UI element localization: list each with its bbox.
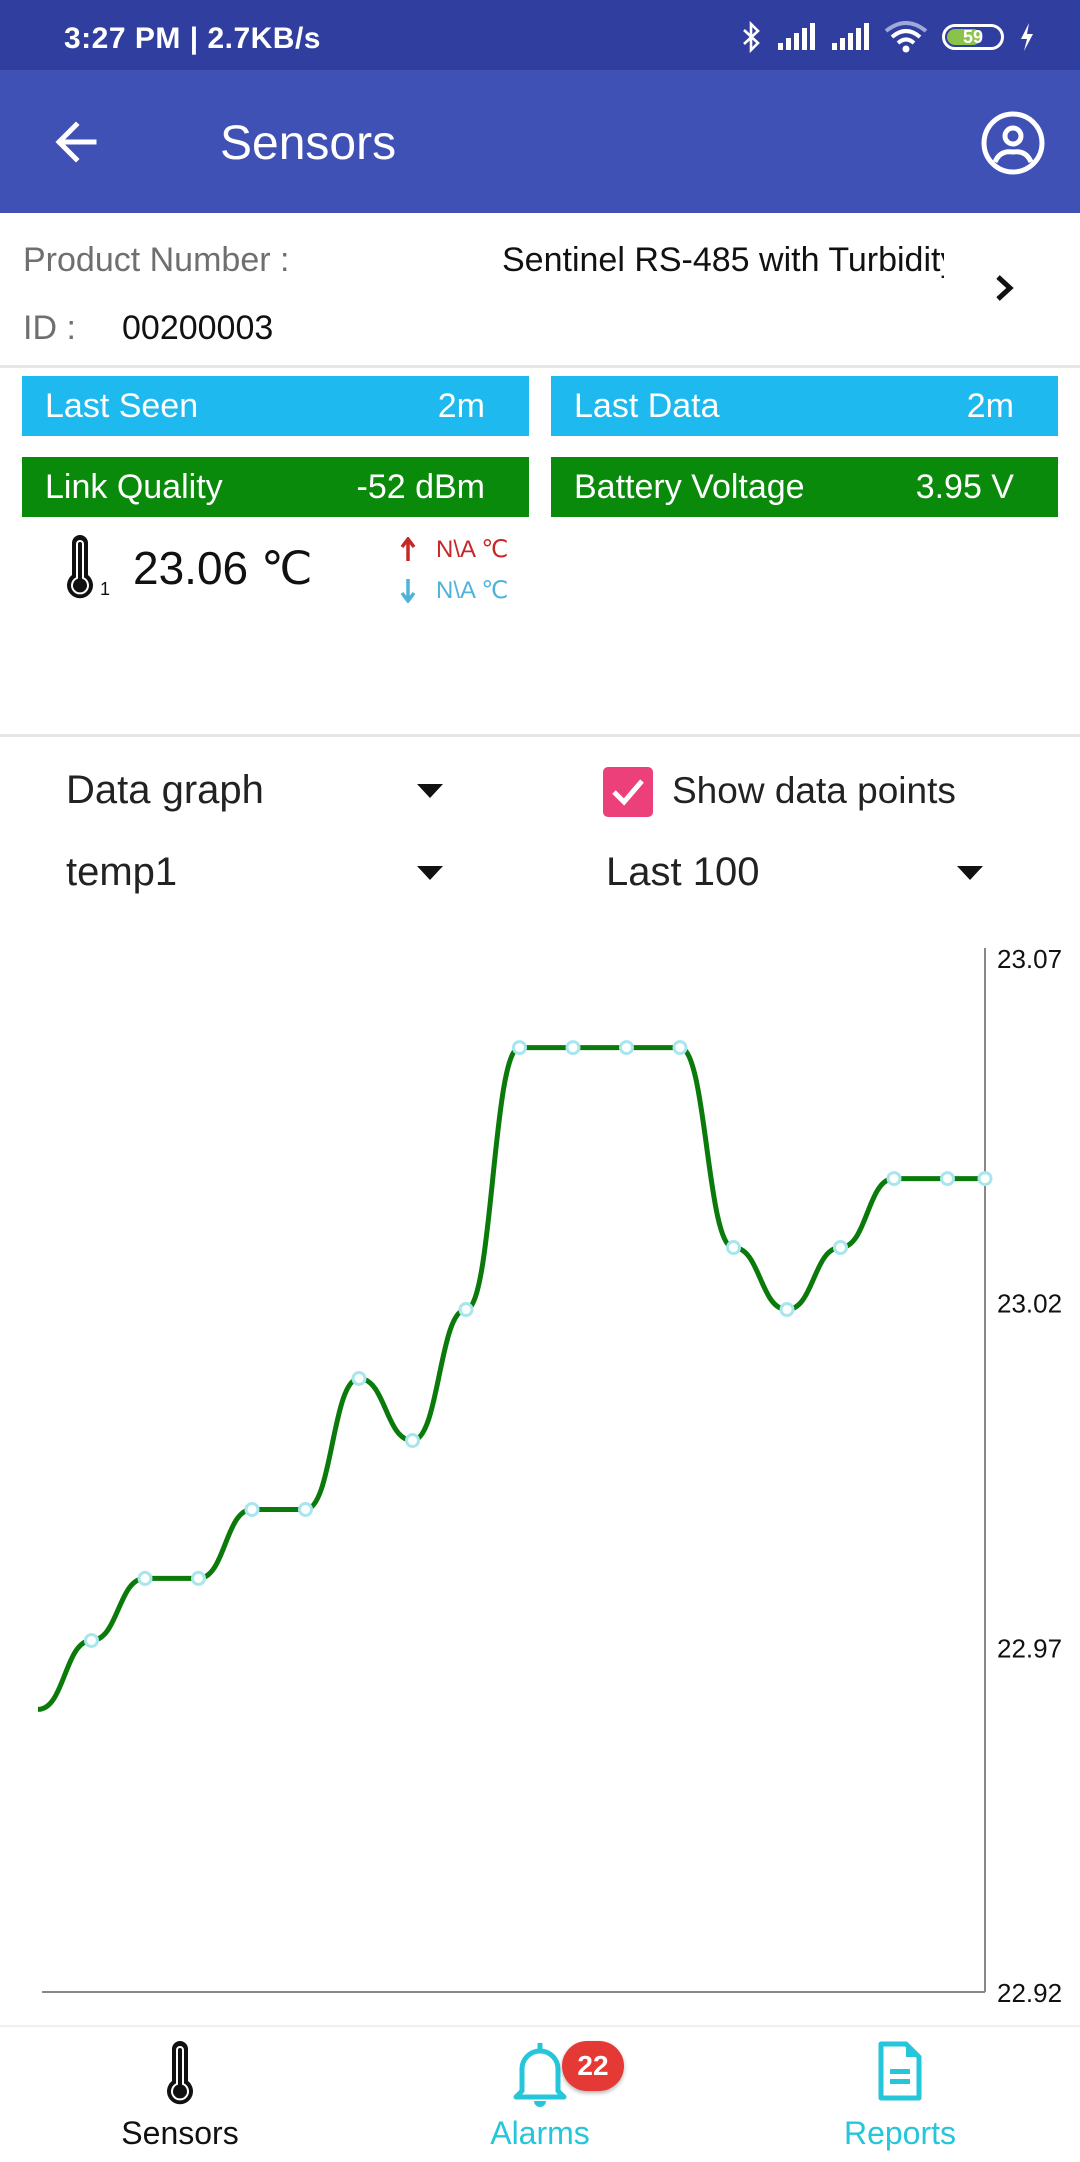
nav-sensors[interactable]: Sensors [80,2027,280,2162]
y-tick-label: 22.92 [997,1978,1062,2008]
data-point[interactable] [512,1040,527,1056]
data-point[interactable] [244,1501,260,1517]
caret-down-icon [417,784,443,798]
last-data-value: 2m [966,386,1014,425]
arrow-down-icon [400,579,416,603]
checkmark-icon [612,779,644,806]
charging-icon [1021,23,1033,51]
page-title: Sensors [220,117,397,170]
alarms-badge: 22 [562,2041,624,2091]
data-point[interactable] [137,1570,153,1586]
last-data-tile: Last Data 2m [551,376,1058,436]
data-point[interactable] [565,1040,581,1056]
show-data-points-checkbox[interactable] [603,767,653,817]
data-point[interactable] [726,1240,741,1256]
signal-icon [832,23,869,50]
show-data-points-label: Show data points [672,770,956,811]
y-tick-label: 23.07 [997,944,1062,974]
data-point[interactable] [977,1171,993,1187]
last-seen-tile: Last Seen 2m [22,376,529,436]
product-number-value: Sentinel RS-485 with Turbidity [502,241,944,279]
thermometer-icon [167,2041,193,2105]
nav-reports-label: Reports [843,2115,957,2151]
status-time-speed: 3:27 PM | 2.7KB/s [64,22,321,55]
data-point[interactable] [619,1040,634,1056]
data-point[interactable] [298,1501,313,1517]
arrow-up-icon [400,537,416,561]
battery-voltage-tile: Battery Voltage 3.95 V [551,457,1058,517]
y-tick-labels: 23.07 23.02 22.97 22.92 [997,944,1062,2008]
bottom-navigation: Sensors 22 Alarms Reports [0,2025,1080,2162]
channel-value: temp1 [66,850,178,894]
data-point[interactable] [672,1040,688,1056]
link-quality-value: -52 dBm [356,467,486,506]
data-point[interactable] [833,1240,848,1256]
temperature-chart[interactable]: 23.07 23.02 22.97 22.92 [0,930,1080,2020]
link-quality-tile: Link Quality -52 dBm [22,457,529,517]
id-label: ID : [23,309,76,347]
app-bar: Sensors [0,70,1080,213]
battery-voltage-label: Battery Voltage [574,467,805,506]
y-tick-label: 23.02 [997,1289,1062,1319]
data-point[interactable] [940,1171,955,1187]
bluetooth-icon [743,21,760,53]
battery-level: 59 [962,26,984,47]
data-point[interactable] [779,1302,795,1318]
data-point[interactable] [191,1570,206,1586]
data-point[interactable] [84,1632,99,1648]
status-icons: 59 [740,20,1036,54]
nav-reports[interactable]: Reports [800,2027,1000,2162]
series-line-temp1 [37,1045,988,1712]
caret-down-icon [417,866,443,880]
graph-type-value: Data graph [66,768,264,812]
status-bar: 3:27 PM | 2.7KB/s 59 [0,0,1080,70]
range-value: Last 100 [606,850,760,894]
account-circle-icon[interactable] [980,110,1046,176]
nav-alarms-label: Alarms [490,2115,590,2151]
data-point[interactable] [886,1171,902,1187]
battery-icon: 59 [942,24,1004,50]
low-temperature: N\A ℃ [436,577,509,604]
nav-alarms[interactable]: 22 Alarms [440,2027,640,2162]
document-icon [878,2041,922,2101]
id-value: 00200003 [122,309,274,347]
data-point[interactable] [405,1433,420,1449]
channel-subscript: 1 [100,579,111,599]
arrow-left-icon[interactable] [48,112,108,172]
last-seen-label: Last Seen [45,386,199,425]
battery-voltage-value: 3.95 V [915,467,1014,506]
signal-icon [778,23,815,50]
current-temperature: 23.06 ℃ [133,542,313,594]
nav-sensors-label: Sensors [121,2115,239,2151]
section-divider [0,734,1080,737]
wifi-icon [884,21,928,53]
device-info[interactable]: Product Number : Sentinel RS-485 with Tu… [0,213,1080,368]
thermometer-icon [67,535,93,599]
data-point[interactable] [351,1370,367,1386]
product-number-label: Product Number : [23,241,290,279]
high-temperature: N\A ℃ [436,536,509,563]
data-point[interactable] [458,1302,474,1318]
link-quality-label: Link Quality [45,467,223,506]
caret-down-icon [957,866,983,880]
y-tick-label: 22.97 [997,1633,1062,1663]
last-data-label: Last Data [574,386,720,425]
last-seen-value: 2m [437,386,485,425]
chevron-right-icon[interactable] [988,263,1022,313]
